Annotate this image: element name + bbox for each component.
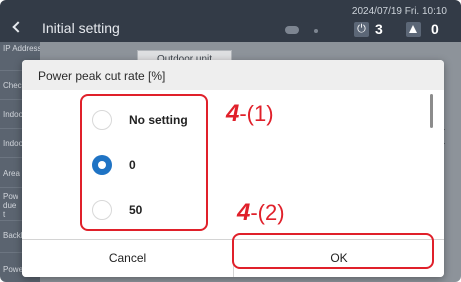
callout-number: 4 (226, 100, 240, 127)
app-window: Initial setting 2024/07/19 Fri. 10:10 ⏻ … (0, 0, 461, 282)
sidebar-item: Powe due t (3, 192, 18, 219)
power-icon: ⏻ (354, 22, 369, 37)
dialog-header: Power peak cut rate [%] (22, 60, 444, 90)
callout-label-2: 4-(2) (237, 199, 285, 227)
callout-suffix: -(1) (239, 101, 274, 126)
callout-label-1: 4-(1) (226, 100, 274, 128)
datetime-readout: 2024/07/19 Fri. 10:10 (351, 6, 447, 17)
dialog-title: Power peak cut rate [%] (38, 69, 166, 83)
callout-number: 4 (237, 199, 251, 226)
camera-icon (285, 26, 299, 34)
cancel-button[interactable]: Cancel (22, 240, 233, 277)
warning-icon (406, 22, 421, 37)
warning-count: 0 (431, 21, 439, 37)
page-title: Initial setting (42, 20, 120, 36)
camera-status-icon (314, 29, 318, 33)
callout-suffix: -(2) (250, 200, 285, 225)
callout-box-ok (232, 233, 434, 269)
scrollbar[interactable] (430, 94, 433, 128)
power-count: 3 (375, 21, 383, 37)
sidebar-item: IP Address (3, 44, 40, 53)
callout-box-options (80, 94, 208, 231)
back-chevron-icon[interactable] (12, 21, 24, 33)
top-bar: Initial setting 2024/07/19 Fri. 10:10 ⏻ … (0, 0, 461, 42)
